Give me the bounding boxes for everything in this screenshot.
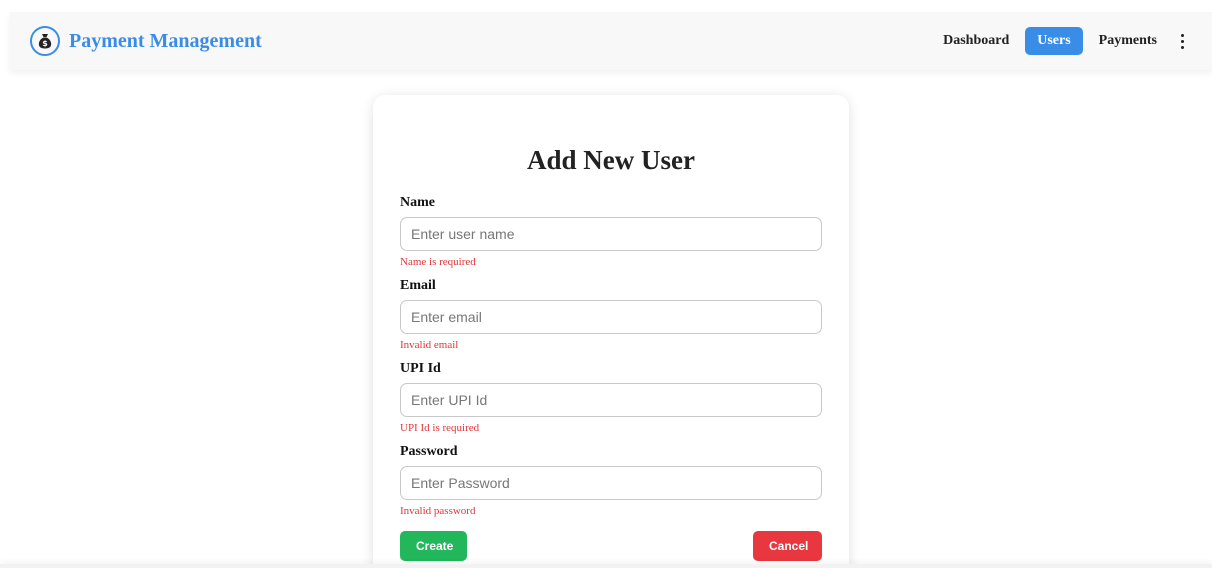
nav-link-users[interactable]: Users bbox=[1025, 27, 1083, 55]
bottom-bar bbox=[0, 564, 1212, 568]
password-input[interactable] bbox=[400, 466, 822, 500]
nav-link-payments[interactable]: Payments bbox=[1095, 27, 1161, 55]
password-error: Invalid password bbox=[400, 505, 476, 517]
upi-label: UPI Id bbox=[400, 361, 441, 376]
password-label: Password bbox=[400, 444, 458, 459]
add-user-form: Add New User Name Name is required Email… bbox=[373, 95, 849, 568]
email-field-group: Email Invalid email bbox=[400, 278, 822, 351]
nav-links: Dashboard Users Payments bbox=[939, 27, 1192, 55]
name-error: Name is required bbox=[400, 256, 476, 268]
cancel-button[interactable]: Cancel bbox=[753, 531, 822, 561]
svg-text:$: $ bbox=[42, 39, 48, 48]
create-button[interactable]: Create bbox=[400, 531, 467, 561]
name-field-group: Name Name is required bbox=[400, 195, 822, 268]
upi-error: UPI Id is required bbox=[400, 422, 480, 434]
page-title: Add New User bbox=[527, 145, 695, 175]
upi-field-group: UPI Id UPI Id is required bbox=[400, 361, 822, 434]
email-error: Invalid email bbox=[400, 339, 459, 351]
name-input[interactable] bbox=[400, 217, 822, 251]
vertical-ellipsis-icon[interactable] bbox=[1173, 30, 1192, 53]
upi-input[interactable] bbox=[400, 383, 822, 417]
brand[interactable]: $ Payment Management bbox=[30, 26, 262, 56]
money-bag-icon: $ bbox=[30, 26, 60, 56]
navbar: $ Payment Management Dashboard Users Pay… bbox=[10, 12, 1212, 70]
nav-link-dashboard[interactable]: Dashboard bbox=[939, 27, 1013, 55]
email-input[interactable] bbox=[400, 300, 822, 334]
brand-title: Payment Management bbox=[69, 29, 262, 52]
name-label: Name bbox=[400, 195, 435, 210]
password-field-group: Password Invalid password bbox=[400, 444, 822, 517]
email-label: Email bbox=[400, 278, 436, 293]
